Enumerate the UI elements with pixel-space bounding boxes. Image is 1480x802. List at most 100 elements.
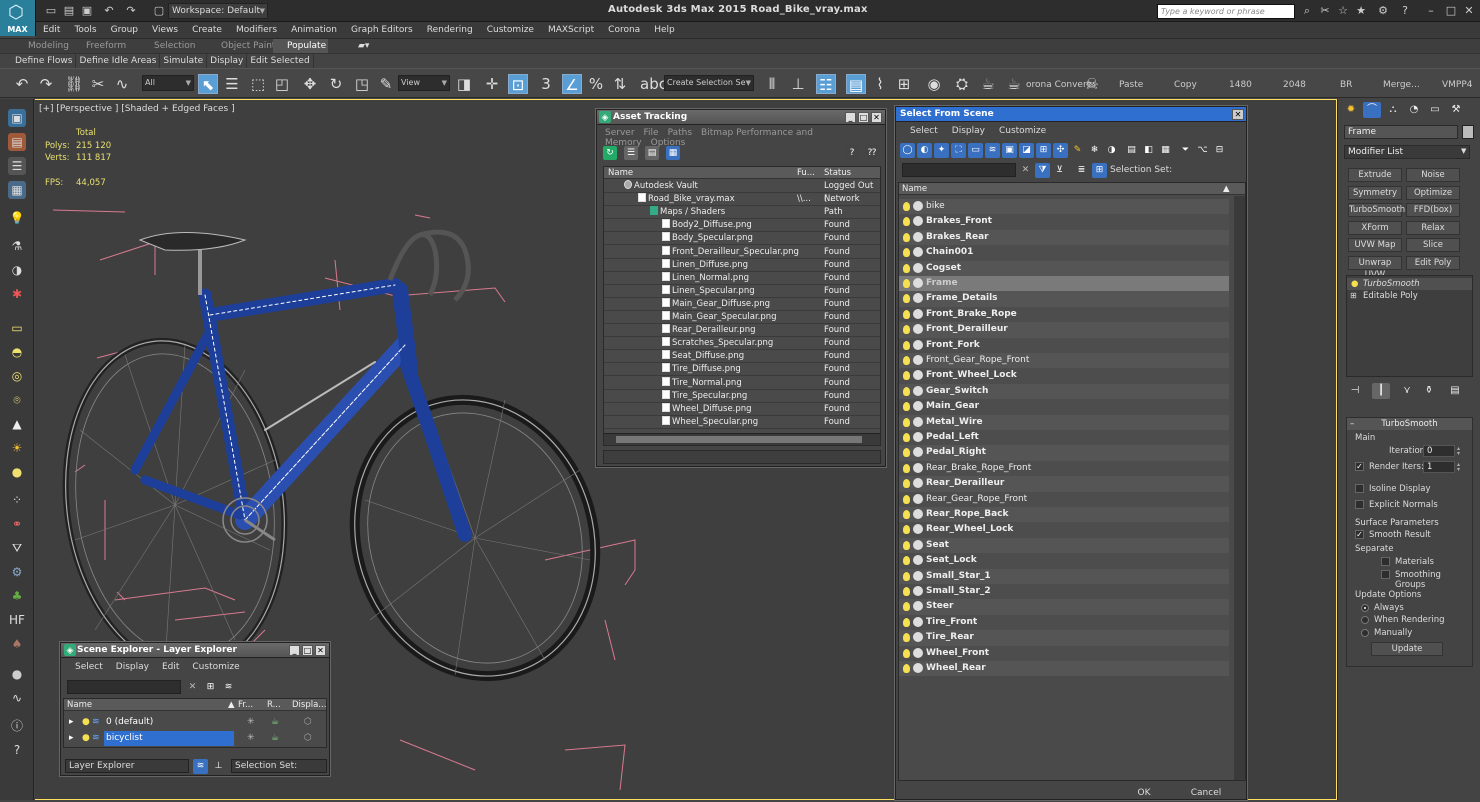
clear-find-icon[interactable]: ✕ bbox=[1018, 163, 1033, 178]
cone-primitive-icon[interactable]: ▲ bbox=[8, 415, 26, 433]
rope-icon[interactable]: ∿ bbox=[8, 689, 26, 707]
add-to-layer-icon[interactable]: ≋ bbox=[221, 680, 236, 695]
highlight-icon[interactable]: ✎ bbox=[1070, 143, 1085, 158]
layer-row[interactable]: ▸ ● ≋ 0 (default) ✳ ☕ ⬡ bbox=[64, 715, 326, 730]
menu-graph-editors[interactable]: Graph Editors bbox=[344, 22, 420, 38]
manually-radio[interactable] bbox=[1361, 629, 1369, 637]
menu-customize[interactable]: Customize bbox=[480, 22, 541, 38]
select-by-name-icon[interactable]: ☰ bbox=[222, 74, 242, 94]
render-iters-checkbox[interactable]: ✓ bbox=[1355, 462, 1364, 471]
menu-file[interactable]: File bbox=[644, 128, 659, 138]
unlink-icon[interactable]: ✂ bbox=[88, 74, 108, 94]
modifier-button-slice[interactable]: Slice bbox=[1406, 238, 1460, 252]
scene-object-row[interactable]: Steer bbox=[899, 599, 1229, 615]
torus-primitive-icon[interactable]: ⌾ bbox=[8, 391, 26, 409]
tools-icon[interactable]: ✂ bbox=[1318, 4, 1332, 18]
asset-row[interactable]: Tire_Specular.png Found bbox=[604, 389, 880, 403]
object-name-input[interactable]: Frame bbox=[1344, 125, 1458, 139]
light-bulb-icon[interactable]: 💡 bbox=[8, 209, 26, 227]
light-bulb-icon[interactable] bbox=[903, 417, 910, 427]
column-full-path[interactable]: Fu... bbox=[797, 167, 815, 179]
edit-selected-button[interactable]: Edit Selected bbox=[247, 54, 314, 68]
light-bulb-icon[interactable] bbox=[903, 263, 910, 273]
workspace-dropdown[interactable]: Workspace: Default bbox=[168, 3, 268, 19]
sun-light-icon[interactable]: ☀ bbox=[8, 439, 26, 457]
display-tab-icon[interactable]: ▭ bbox=[1426, 102, 1444, 118]
hidden-icon[interactable]: ◑ bbox=[1104, 143, 1119, 158]
layer-row[interactable]: ▸ ● ≋ bicyclist ✳ ☕ ⬡ bbox=[64, 731, 326, 746]
utilities-tab-icon[interactable]: ⚒ bbox=[1447, 102, 1465, 118]
object-list-header[interactable]: Name ▲ bbox=[899, 183, 1245, 195]
iterations-spinner[interactable]: 0 bbox=[1423, 445, 1463, 457]
edit-named-selection-icon[interactable]: abc bbox=[640, 74, 667, 94]
light-bulb-icon[interactable] bbox=[903, 525, 910, 535]
modifier-button-extrude[interactable]: Extrude bbox=[1348, 168, 1402, 182]
scene-object-row[interactable]: Pedal_Right bbox=[899, 445, 1229, 461]
always-radio[interactable] bbox=[1361, 604, 1369, 612]
light-bulb-icon[interactable] bbox=[903, 340, 910, 350]
display-spacewarps-icon[interactable]: ≋ bbox=[985, 143, 1000, 158]
modifier-button-noise[interactable]: Noise bbox=[1406, 168, 1460, 182]
search-input[interactable]: Type a keyword or phrase bbox=[1157, 4, 1295, 19]
menu-corona[interactable]: Corona bbox=[601, 22, 647, 38]
explorer-type-dropdown[interactable]: Layer Explorer bbox=[65, 759, 189, 773]
close-button[interactable]: ✕ bbox=[315, 645, 326, 656]
scene-object-row[interactable]: Gear_Switch bbox=[899, 383, 1229, 400]
asset-row[interactable]: Main_Gear_Specular.png Found bbox=[604, 311, 880, 324]
when-rendering-radio[interactable] bbox=[1361, 616, 1369, 624]
close-icon[interactable]: ✕ bbox=[1462, 4, 1476, 18]
bind-space-warp-icon[interactable]: ∿ bbox=[112, 74, 132, 94]
display-groups-icon[interactable]: ▣ bbox=[1002, 143, 1017, 158]
scene-object-row[interactable]: Rear_Gear_Rope_Front bbox=[899, 491, 1229, 507]
close-button[interactable]: ✕ bbox=[871, 112, 882, 123]
scene-object-row[interactable]: Front_Fork bbox=[899, 337, 1229, 353]
scene-object-row[interactable]: bike bbox=[899, 199, 1229, 215]
star-icon[interactable]: ★ bbox=[1354, 4, 1368, 18]
expand-plus-icon[interactable]: ⊞ bbox=[1350, 290, 1357, 302]
motion-tab-icon[interactable]: ◔ bbox=[1405, 102, 1423, 118]
asset-row[interactable]: Autodesk Vault Logged Out (... bbox=[604, 180, 880, 204]
invert-display-icon[interactable]: ▦ bbox=[1158, 143, 1173, 158]
gear-icon[interactable]: ⚙ bbox=[8, 563, 26, 581]
place-icon[interactable]: ✎ bbox=[376, 74, 396, 94]
modifier-button-uvw-map[interactable]: UVW Map bbox=[1348, 238, 1402, 252]
display-containers-icon[interactable]: ✣ bbox=[1053, 143, 1068, 158]
clear-search-icon[interactable]: ✕ bbox=[185, 680, 200, 695]
materials-checkbox[interactable] bbox=[1381, 557, 1390, 566]
menu-group[interactable]: Group bbox=[104, 22, 145, 38]
paste-button[interactable]: Paste bbox=[1119, 80, 1143, 90]
layer-manager-icon[interactable]: ☷ bbox=[816, 74, 836, 94]
light-bulb-icon[interactable] bbox=[903, 386, 910, 396]
light-bulb-icon[interactable] bbox=[903, 232, 910, 242]
horizontal-scrollbar[interactable] bbox=[604, 433, 880, 445]
asset-row[interactable]: Front_Derailleur_Specular.png Found bbox=[604, 245, 880, 259]
display-shapes-icon[interactable]: ◐ bbox=[917, 143, 932, 158]
object-color-swatch[interactable] bbox=[1462, 125, 1474, 139]
camera-icon[interactable]: ◑ bbox=[8, 261, 26, 279]
create-tab-icon[interactable]: ✹ bbox=[1342, 102, 1360, 118]
display-icon[interactable]: ⬡ bbox=[304, 715, 312, 730]
reference-coordinate-dropdown[interactable]: View bbox=[398, 75, 450, 91]
help-icon[interactable]: ? bbox=[1398, 4, 1412, 18]
cylinder-primitive-icon[interactable]: ◎ bbox=[8, 367, 26, 385]
sphere-primitive-icon[interactable]: ◓ bbox=[8, 343, 26, 361]
render-production-icon[interactable]: ☕ bbox=[1004, 74, 1024, 94]
scene-object-row[interactable]: Rear_Brake_Rope_Front bbox=[899, 460, 1229, 477]
selection-set-icon[interactable]: ⊞ bbox=[1092, 163, 1107, 178]
show-end-result-icon[interactable]: ┃ bbox=[1372, 383, 1390, 399]
asset-row[interactable]: Linen_Normal.png Found bbox=[604, 271, 880, 285]
modifier-button-symmetry[interactable]: Symmetry bbox=[1348, 185, 1402, 200]
menu-animation[interactable]: Animation bbox=[284, 22, 344, 38]
display-helpers-icon[interactable]: ▭ bbox=[968, 143, 983, 158]
light-bulb-icon[interactable] bbox=[903, 217, 910, 227]
scene-object-row[interactable]: Brakes_Rear bbox=[899, 229, 1229, 246]
help-circle-icon[interactable]: ? bbox=[8, 741, 26, 759]
align-icon[interactable]: ⊥ bbox=[788, 74, 808, 94]
isoline-display-checkbox[interactable] bbox=[1355, 484, 1364, 493]
column-renderable[interactable]: R... bbox=[267, 699, 281, 711]
asset-row[interactable]: Wheel_Specular.png Found bbox=[604, 415, 880, 429]
vmpp4-button[interactable]: VMPP4 bbox=[1442, 80, 1473, 90]
configure-sets-icon[interactable]: ▤ bbox=[1446, 383, 1464, 399]
light-bulb-icon[interactable] bbox=[903, 402, 910, 412]
display-bones-icon[interactable]: ⊞ bbox=[1036, 143, 1051, 158]
